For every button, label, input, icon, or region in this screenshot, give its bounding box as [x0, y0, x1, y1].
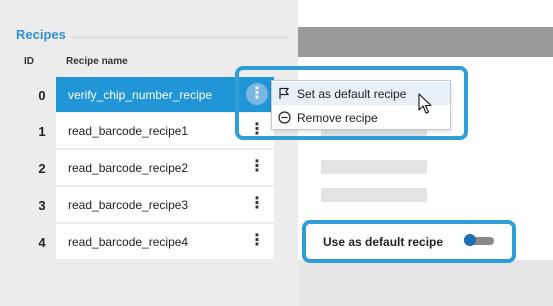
recipes-section-title: Recipes: [16, 27, 66, 42]
row-id: 2: [38, 160, 46, 176]
row-id: 4: [38, 234, 46, 250]
placeholder-line: [321, 188, 427, 202]
recipe-row[interactable]: read_barcode_recipe3 ⋮: [56, 187, 274, 222]
recipe-row[interactable]: read_barcode_recipe4 ⋮: [56, 224, 274, 259]
recipe-row[interactable]: read_barcode_recipe2 ⋮: [56, 150, 274, 185]
row-id: 0: [38, 87, 46, 103]
more-options-icon[interactable]: ⋮: [246, 230, 268, 252]
recipe-name: read_barcode_recipe4: [68, 234, 189, 249]
column-header-id: ID: [24, 56, 34, 67]
toggle-highlight-frame: [302, 220, 516, 263]
recipe-name: read_barcode_recipe1: [68, 123, 189, 138]
row-id: 3: [38, 197, 46, 213]
mouse-cursor-icon: [418, 93, 432, 114]
recipe-name: read_barcode_recipe3: [68, 197, 189, 212]
details-footer: [298, 260, 553, 306]
more-options-icon[interactable]: ⋮: [246, 156, 268, 178]
row-id: 1: [38, 123, 46, 139]
column-header-recipe-name: Recipe name: [66, 56, 128, 67]
more-options-icon[interactable]: ⋮: [246, 193, 268, 215]
placeholder-line: [321, 160, 427, 174]
details-header-bar: [298, 27, 553, 57]
recipe-name: read_barcode_recipe2: [68, 160, 189, 175]
section-divider: [70, 37, 288, 38]
recipe-name: verify_chip_number_recipe: [68, 87, 213, 102]
